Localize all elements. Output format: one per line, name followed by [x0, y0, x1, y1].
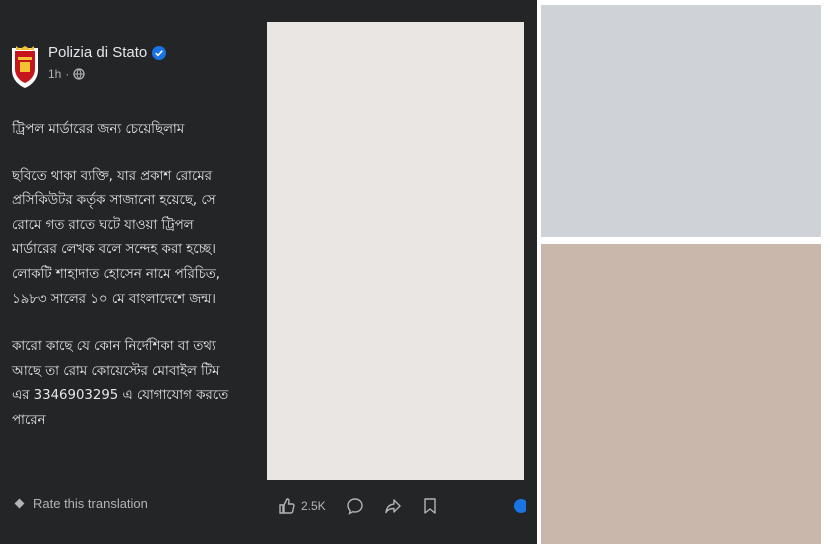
- diamond-icon: [14, 498, 25, 509]
- globe-icon: [73, 68, 86, 80]
- post-actions: 2.5K: [278, 497, 458, 515]
- comment-button[interactable]: [346, 497, 364, 515]
- police-crest-icon[interactable]: [8, 44, 42, 92]
- share-button[interactable]: [384, 497, 402, 515]
- share-icon: [384, 499, 401, 514]
- rate-translation-label: Rate this translation: [33, 496, 148, 511]
- facebook-post: Polizia di Stato 1h · ট্রিপল মার্ডারের জ…: [0, 0, 537, 544]
- post-paragraph-1: ছবিতে থাকা ব্যক্তি, যার প্রকাশ রোমের প্র…: [12, 168, 220, 307]
- family-photo[interactable]: [541, 244, 821, 544]
- bookmark-icon: [423, 498, 436, 514]
- post-text: ট্রিপল মার্ডারের জন্য চেয়েছিলাম ছবিতে থ…: [12, 118, 264, 457]
- post-header: Polizia di Stato 1h ·: [8, 44, 167, 92]
- post-time[interactable]: 1h: [48, 67, 61, 81]
- main-photo[interactable]: [267, 22, 524, 480]
- thumbs-up-icon: [279, 498, 295, 514]
- like-count: 2.5K: [301, 499, 326, 513]
- post-paragraph-2: কারো কাছে যে কোন নির্দেশিকা বা তথ্য আছে …: [12, 339, 229, 428]
- messenger-icon[interactable]: [512, 497, 526, 515]
- verified-badge-icon: [152, 45, 167, 60]
- page-name[interactable]: Polizia di Stato: [48, 44, 147, 61]
- like-button[interactable]: 2.5K: [278, 497, 326, 515]
- post-title: ট্রিপল মার্ডারের জন্য চেয়েছিলাম: [12, 122, 185, 137]
- speaker-photo[interactable]: [541, 5, 821, 237]
- comment-icon: [346, 498, 363, 515]
- rate-translation-link[interactable]: Rate this translation: [14, 496, 148, 511]
- save-button[interactable]: [422, 497, 438, 515]
